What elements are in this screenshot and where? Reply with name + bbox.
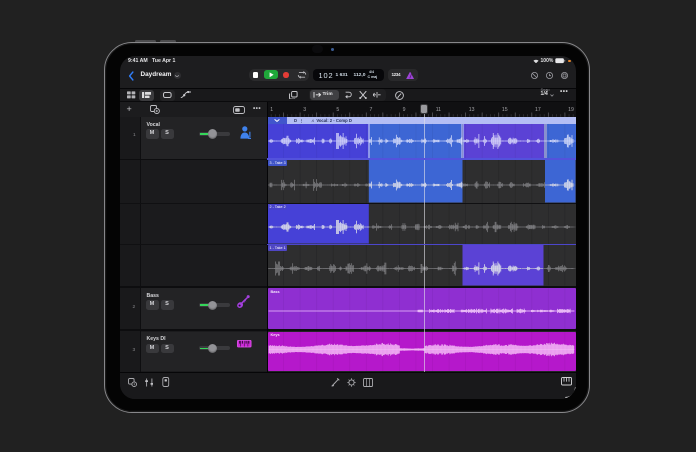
svg-text:7: 7 xyxy=(370,107,373,113)
svg-text:19: 19 xyxy=(568,107,574,113)
svg-text:17: 17 xyxy=(535,107,541,113)
svg-text:5: 5 xyxy=(336,107,339,113)
svg-text:15: 15 xyxy=(502,107,508,113)
svg-text:3: 3 xyxy=(303,107,306,113)
svg-text:13: 13 xyxy=(469,107,475,113)
svg-text:1: 1 xyxy=(270,107,273,113)
svg-text:11: 11 xyxy=(436,107,441,113)
svg-text:9: 9 xyxy=(403,107,406,113)
